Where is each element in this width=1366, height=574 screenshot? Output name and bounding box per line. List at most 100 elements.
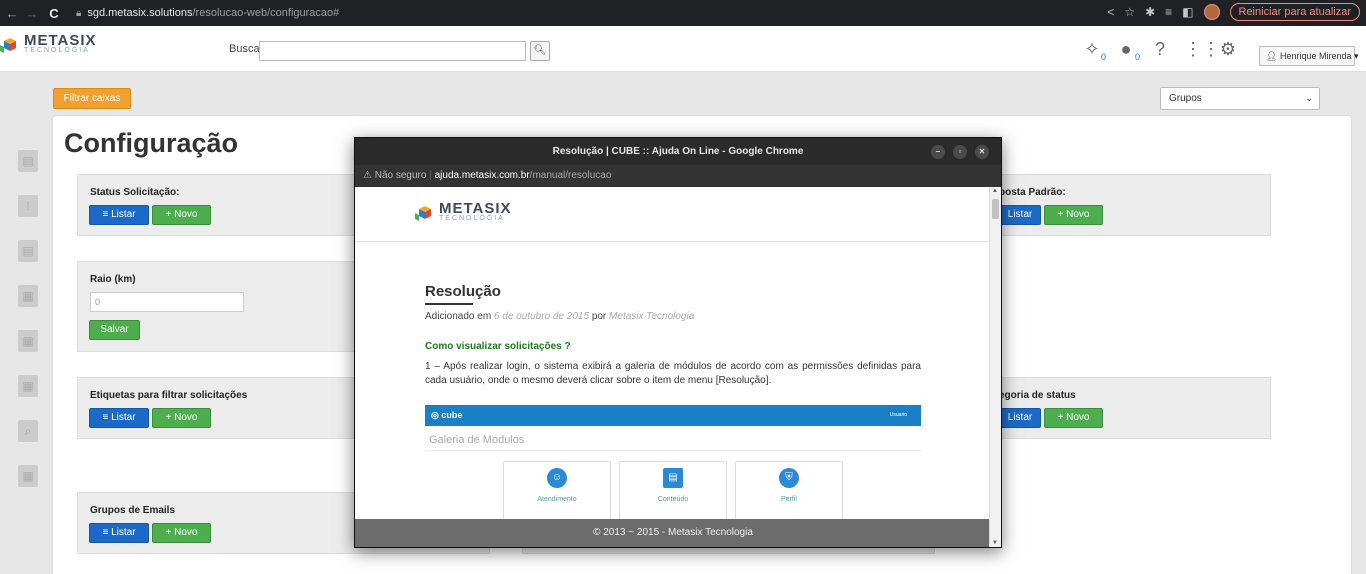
radius-input[interactable]: 0 — [90, 292, 244, 312]
sidebar-search-icon[interactable]: ⌕ — [18, 420, 38, 442]
star-icon[interactable]: ☆ — [1124, 5, 1135, 19]
screenshot-module-conteudo: ▤ Conteúdo — [619, 461, 727, 527]
email-groups-list-button[interactable]: ≡ Listar — [89, 523, 149, 543]
sidebar-doc-icon[interactable]: ▤ — [18, 150, 38, 172]
profile-avatar[interactable] — [1203, 4, 1220, 20]
sidebar-file-icon[interactable]: ▤ — [18, 240, 38, 262]
url-path: /resolucao-web/configuracao# — [192, 7, 340, 19]
minimize-icon[interactable]: – — [931, 145, 945, 159]
screenshot-gallery-title: Galeria de Modulos — [425, 426, 921, 451]
popup-address-bar[interactable]: ⚠ Não seguro | ajuda.metasix.com.br/manu… — [355, 165, 1001, 187]
screenshot-brand: cube — [441, 410, 463, 420]
email-groups-new-button[interactable]: + Novo — [152, 523, 211, 543]
app-header: METASIX TECNOLOGIA Busca: 🔍︎ ✧ 0 ● 0 ? ⋮⋮ … — [0, 26, 1366, 72]
content-icon: ▤ — [663, 468, 683, 488]
screenshot-module-atendimento: ☺ Atendimento — [503, 461, 611, 527]
tags-list-button[interactable]: ≡ Listar — [89, 408, 149, 428]
back-icon[interactable]: ← — [4, 6, 20, 21]
popup-scrollbar[interactable]: ▲ ▼ — [989, 187, 1001, 547]
popup-url-path: /manual/resolucao — [529, 170, 612, 181]
status-category-new-label: Novo — [1066, 412, 1090, 423]
tags-new-label: Novo — [174, 412, 198, 423]
user-name: Henrique Mirenda — [1279, 51, 1352, 61]
page-title: Configuração — [64, 128, 239, 158]
module-label: Atendimento — [537, 496, 577, 503]
sidebar-report-icon[interactable]: ▦ — [18, 285, 38, 307]
logo-icon — [0, 38, 16, 53]
forward-icon[interactable]: → — [24, 6, 40, 21]
groups-select-value: Grupos — [1169, 93, 1202, 104]
screenshot-module-perfil: ⛨ Perfil — [735, 461, 843, 527]
search-input[interactable] — [259, 41, 526, 61]
url-host: sgd.metasix.solutions — [87, 7, 193, 19]
module-label: Conteúdo — [657, 496, 689, 503]
logo[interactable]: METASIX TECNOLOGIA — [0, 33, 97, 56]
tags-new-button[interactable]: + Novo — [152, 408, 211, 428]
help-icon[interactable]: ? — [1150, 39, 1170, 59]
status-category-section: egoria de status Listar + Novo — [960, 377, 1271, 439]
article-date[interactable]: 6 de outubro de 2015 — [494, 311, 589, 322]
support-icon: ☺ — [547, 468, 567, 488]
default-response-new-label: Novo — [1066, 209, 1090, 220]
messages-icon[interactable]: ● 0 — [1116, 39, 1141, 62]
search-label: Busca: — [229, 43, 263, 55]
status-category-label: egoria de status — [999, 390, 1076, 401]
scroll-down-icon[interactable]: ▼ — [992, 540, 998, 546]
radius-save-button[interactable]: Salvar — [89, 320, 140, 340]
status-label: Status Solicitação: — [90, 187, 180, 198]
email-groups-new-label: Novo — [174, 527, 198, 538]
apps-grid-icon[interactable]: ⋮⋮ — [1184, 39, 1220, 59]
announcements-icon[interactable]: ✧ 0 — [1082, 39, 1107, 62]
sidebar-report3-icon[interactable]: ▦ — [18, 375, 38, 397]
search-button[interactable]: 🔍︎ — [530, 41, 550, 61]
sidebar-report2-icon[interactable]: ▦ — [18, 330, 38, 352]
help-logo-subtitle: TECNOLOGIA — [439, 215, 505, 222]
screenshot-user: Usuario — [889, 412, 907, 418]
settings-gear-icon[interactable]: ⚙ — [1218, 39, 1238, 59]
sidebar-alert-icon[interactable]: ! — [18, 195, 38, 217]
help-site-header: METASIX TECNOLOGIA — [355, 187, 991, 242]
default-response-section: posta Padrão: Listar + Novo — [960, 174, 1271, 236]
reading-list-icon[interactable]: ≡ — [1165, 5, 1172, 19]
reload-icon[interactable]: C — [46, 6, 62, 21]
extensions-icon[interactable]: ✱ — [1145, 5, 1155, 19]
help-logo-title: METASIX — [439, 200, 512, 217]
share-icon[interactable]: < — [1107, 5, 1114, 19]
article-title: Resolução — [425, 283, 501, 300]
filter-boxes-button[interactable]: Filtrar caixas — [53, 88, 131, 109]
help-site-logo[interactable]: METASIX TECNOLOGIA — [415, 200, 512, 224]
announcements-count: 0 — [1099, 52, 1107, 62]
user-menu-button[interactable]: 👤︎ Henrique Mirenda ▾ — [1259, 46, 1359, 66]
search-icon: 🔍︎ — [533, 45, 547, 56]
status-new-button[interactable]: + Novo — [152, 205, 211, 225]
popup-titlebar[interactable]: Resolução | CUBE :: Ajuda On Line - Goog… — [355, 138, 1001, 165]
sidebar-report4-icon[interactable]: ▦ — [18, 465, 38, 487]
status-list-button[interactable]: ≡ Listar — [89, 205, 149, 225]
scroll-up-icon[interactable]: ▲ — [992, 188, 998, 194]
default-response-new-button[interactable]: + Novo — [1044, 205, 1103, 225]
status-category-list-button[interactable]: Listar — [999, 408, 1041, 428]
update-button[interactable]: Reiniciar para atualizar — [1229, 3, 1360, 21]
article-author[interactable]: Metasix Tecnologia — [609, 311, 694, 322]
help-popup-window[interactable]: Resolução | CUBE :: Ajuda On Line - Goog… — [354, 137, 1002, 548]
default-response-list-button[interactable]: Listar — [999, 205, 1041, 225]
side-panel-icon[interactable]: ◧ — [1182, 5, 1193, 19]
module-label: Perfil — [781, 496, 797, 503]
not-secure-label: Não seguro — [374, 170, 427, 181]
logo-subtitle: TECNOLOGIA — [24, 47, 90, 54]
close-icon[interactable]: ✕ — [975, 145, 989, 159]
messages-count: 0 — [1133, 52, 1141, 62]
groups-select[interactable]: Grupos ⌄ — [1160, 87, 1320, 110]
popup-content: METASIX TECNOLOGIA Resolução Adicionado … — [355, 187, 1001, 547]
email-groups-label: Grupos de Emails — [90, 505, 176, 516]
screenshot-navbar: ◎ cube Usuario — [425, 405, 921, 426]
status-category-new-button[interactable]: + Novo — [1044, 408, 1103, 428]
user-icon: 👤︎ — [1266, 51, 1278, 61]
radius-label: Raio (km) — [90, 274, 136, 285]
tags-list-label: Listar — [111, 412, 136, 423]
tags-label: Etiquetas para filtrar solicitações — [90, 390, 248, 401]
cube-logo-icon: ◎ — [431, 410, 439, 420]
maximize-icon[interactable]: ▫ — [953, 145, 967, 159]
address-bar[interactable]: 🔒︎ sgd.metasix.solutions/resolucao-web/c… — [76, 7, 339, 19]
scroll-thumb[interactable] — [992, 199, 999, 219]
